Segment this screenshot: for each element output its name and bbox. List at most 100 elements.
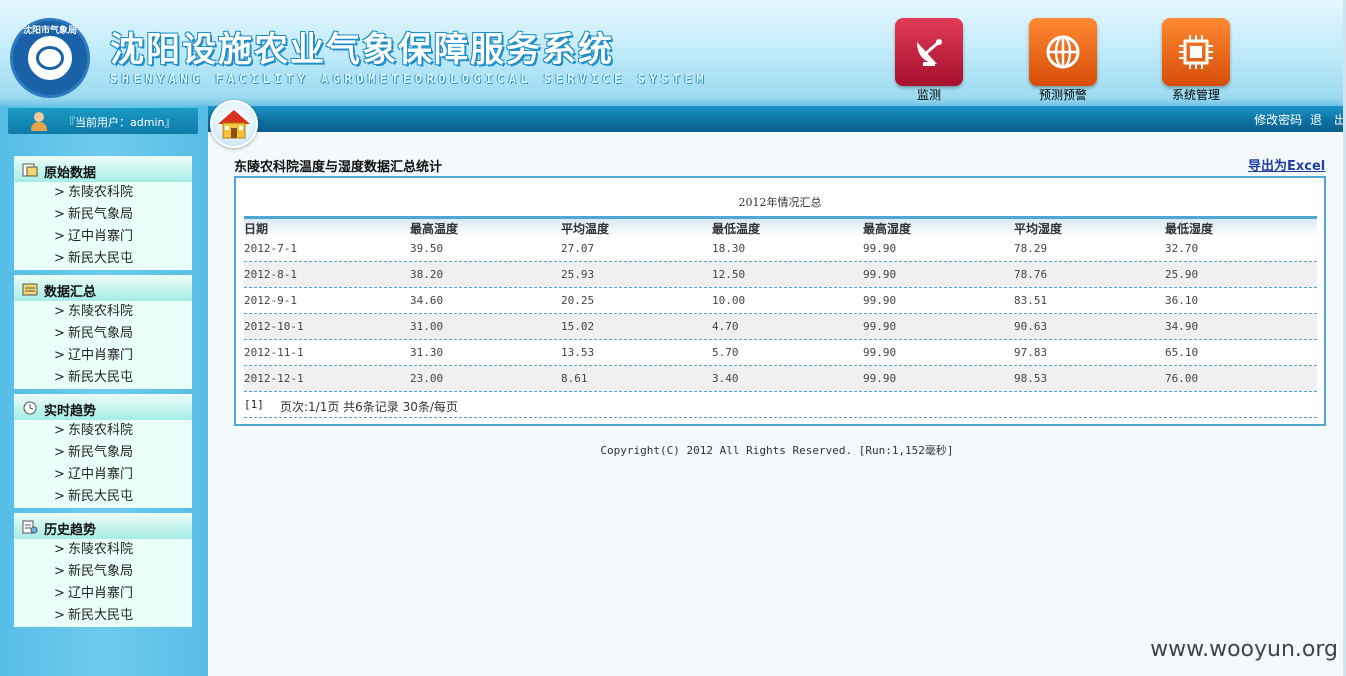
table-cell: 2012-12-1	[244, 372, 304, 385]
sidebar-item-xinmin-met[interactable]: > 新民气象局	[14, 204, 192, 226]
table-cell: 2012-8-1	[244, 268, 297, 281]
sidebar-item-xinmin-met[interactable]: > 新民气象局	[14, 323, 192, 345]
page-link-current[interactable]: [1]	[244, 398, 264, 411]
copyright-footer: Copyright(C) 2012 All Rights Reserved. […	[600, 444, 954, 457]
summary-table: 日期 最高温度 平均温度 最低温度 最高湿度 平均湿度 最低湿度 2012-7-…	[244, 216, 1317, 418]
table-cell: 13.53	[561, 346, 595, 359]
table-cell: 15.02	[561, 320, 595, 333]
column-header: 最高湿度	[863, 222, 912, 236]
app-title: 沈阳设施农业气象保障服务系统	[110, 30, 614, 70]
logo-emblem-icon	[25, 33, 75, 83]
table-cell: 27.07	[561, 242, 595, 255]
current-user-label: 『当前用户：admin』	[64, 116, 176, 129]
logo: 沈阳市气象局	[10, 18, 90, 98]
sidebar-group-realtime: 实时趋势 > 东陵农科院 > 新民气象局 > 辽中肖寨门 > 新民大民屯	[14, 394, 192, 508]
home-icon	[218, 110, 250, 139]
sidebar-item-damintun[interactable]: > 新民大民屯	[14, 605, 192, 627]
table-cell: 99.90	[863, 242, 897, 255]
sidebar-group-header[interactable]: 实时趋势	[14, 394, 192, 420]
column-header: 最低湿度	[1165, 222, 1214, 236]
table-row: 2012-8-1 38.20 25.93 12.50 99.90 78.76 2…	[244, 262, 1317, 288]
sidebar-item-liaozhong[interactable]: > 辽中肖寨门	[14, 464, 192, 486]
home-button[interactable]	[210, 100, 258, 148]
sidebar-group-summary: 数据汇总 > 东陵农科院 > 新民气象局 > 辽中肖寨门 > 新民大民屯	[14, 275, 192, 389]
table-cell: 2012-9-1	[244, 294, 297, 307]
globe-icon[interactable]	[1029, 18, 1097, 86]
sidebar-item-dongling[interactable]: > 东陵农科院	[14, 539, 192, 561]
summary-panel: 2012年情况汇总 日期 最高温度 平均温度 最低温度 最高湿度 平均湿度 最低…	[234, 176, 1326, 426]
table-cell: 97.83	[1014, 346, 1048, 359]
user-bar: 『当前用户：admin』	[8, 108, 198, 134]
table-cell: 5.70	[712, 346, 739, 359]
table-cell: 99.90	[863, 294, 897, 307]
table-cell: 78.29	[1014, 242, 1048, 255]
sidebar-item-damintun[interactable]: > 新民大民屯	[14, 367, 192, 389]
sidebar-item-dongling[interactable]: > 东陵农科院	[14, 182, 192, 204]
nav-system[interactable]: 系统管理	[1161, 18, 1231, 103]
satellite-dish-icon[interactable]	[895, 18, 963, 86]
table-cell: 83.51	[1014, 294, 1048, 307]
table-cell: 39.50	[410, 242, 444, 255]
change-password-link[interactable]: 修改密码	[1254, 113, 1302, 127]
table-cell: 25.93	[561, 268, 595, 281]
table-cell: 2012-7-1	[244, 242, 297, 255]
table-cell: 36.10	[1165, 294, 1199, 307]
column-header: 平均湿度	[1014, 222, 1063, 236]
nav-system-label: 系统管理	[1171, 88, 1220, 102]
table-row: 2012-11-1 31.30 13.53 5.70 99.90 97.83 6…	[244, 340, 1317, 366]
sidebar-item-xinmin-met[interactable]: > 新民气象局	[14, 442, 192, 464]
sidebar-group-title: 原始数据	[44, 166, 97, 181]
logout-link[interactable]: 退 出	[1310, 113, 1346, 127]
chip-icon[interactable]	[1162, 18, 1230, 86]
table-cell: 99.90	[863, 320, 897, 333]
table-cell: 31.00	[410, 320, 444, 333]
table-cell: 98.53	[1014, 372, 1048, 385]
table-cell: 2012-11-1	[244, 346, 304, 359]
sidebar-item-damintun[interactable]: > 新民大民屯	[14, 486, 192, 508]
page-title: 东陵农科院温度与湿度数据汇总统计	[234, 160, 443, 175]
summary-icon	[22, 283, 38, 296]
table-cell: 99.90	[863, 372, 897, 385]
pagination-info: 页次:1/1页 共6条记录 30条/每页	[280, 400, 458, 414]
sidebar-item-xinmin-met[interactable]: > 新民气象局	[14, 561, 192, 583]
sidebar-group-header[interactable]: 数据汇总	[14, 275, 192, 301]
table-cell: 12.50	[712, 268, 746, 281]
table-cell: 99.90	[863, 346, 897, 359]
cloud-icon	[36, 46, 64, 70]
table-cell: 90.63	[1014, 320, 1048, 333]
table-cell: 78.76	[1014, 268, 1048, 281]
table-cell: 38.20	[410, 268, 444, 281]
table-cell: 34.90	[1165, 320, 1199, 333]
sidebar-item-dongling[interactable]: > 东陵农科院	[14, 420, 192, 442]
ribbon-links: 修改密码 退 出	[1250, 111, 1346, 128]
sidebar-item-damintun[interactable]: > 新民大民屯	[14, 248, 192, 270]
sidebar-group-title: 数据汇总	[44, 285, 97, 300]
sidebar-group-title: 历史趋势	[44, 523, 97, 538]
nav-forecast[interactable]: 预测预警	[1028, 18, 1098, 103]
sidebar-group-raw-data: 原始数据 > 东陵农科院 > 新民气象局 > 辽中肖寨门 > 新民大民屯	[14, 156, 192, 270]
nav-monitor[interactable]: 监测	[894, 18, 964, 103]
sidebar-item-liaozhong[interactable]: > 辽中肖寨门	[14, 583, 192, 605]
table-cell: 3.40	[712, 372, 739, 385]
table-cell: 34.60	[410, 294, 444, 307]
column-header: 日期	[244, 222, 269, 236]
sidebar-item-dongling[interactable]: > 东陵农科院	[14, 301, 192, 323]
table-caption: 2012年情况汇总	[738, 196, 822, 209]
sidebar-group-history: 历史趋势 > 东陵农科院 > 新民气象局 > 辽中肖寨门 > 新民大民屯	[14, 513, 192, 627]
table-cell: 25.90	[1165, 268, 1199, 281]
nav-forecast-label: 预测预警	[1038, 88, 1087, 102]
column-header: 最高温度	[410, 222, 459, 236]
table-cell: 18.30	[712, 242, 746, 255]
watermark: www.wooyun.org	[1150, 637, 1338, 662]
export-excel-link[interactable]: 导出为Excel	[1248, 155, 1325, 174]
table-cell: 4.70	[712, 320, 739, 333]
table-row: 2012-12-1 23.00 8.61 3.40 99.90 98.53 76…	[244, 366, 1317, 392]
table-row: 2012-10-1 31.00 15.02 4.70 99.90 90.63 3…	[244, 314, 1317, 340]
realtime-icon	[23, 401, 37, 415]
table-cell: 23.00	[410, 372, 444, 385]
sidebar-item-liaozhong[interactable]: > 辽中肖寨门	[14, 345, 192, 367]
ribbon-bar: 修改密码 退 出	[208, 106, 1346, 132]
sidebar-item-liaozhong[interactable]: > 辽中肖寨门	[14, 226, 192, 248]
sidebar-group-header[interactable]: 原始数据	[14, 156, 192, 182]
sidebar-group-header[interactable]: 历史趋势	[14, 513, 192, 539]
